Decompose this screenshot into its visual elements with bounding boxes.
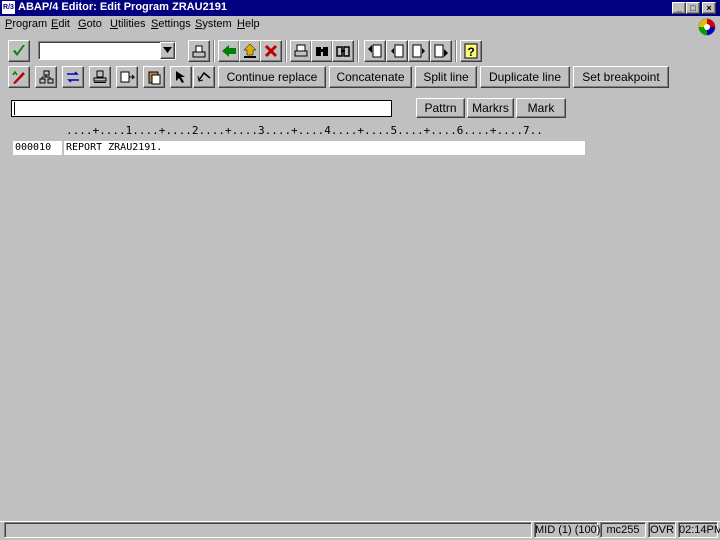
app-icon[interactable]: R/3 <box>2 1 15 14</box>
hierarchy-icon <box>39 70 54 84</box>
toolbar-separator <box>213 40 215 62</box>
continue-replace-button[interactable]: Continue replace <box>218 66 326 88</box>
set-breakpoint-button[interactable]: Set breakpoint <box>573 66 669 88</box>
status-session: MID (1) (100) <box>534 522 601 538</box>
pen-check-icon <box>12 70 25 84</box>
status-mode[interactable]: OVR <box>648 522 676 538</box>
last-page-icon <box>434 44 448 58</box>
menu-utilities-label: tilities <box>117 18 146 30</box>
pattern-button[interactable]: Pattrn <box>416 98 465 118</box>
binoculars-icon <box>316 47 328 56</box>
arrow-left-icon <box>222 45 236 57</box>
menu-help-mnemonic: H <box>237 18 245 30</box>
menu-goto-label: oto <box>86 18 102 30</box>
paste-button[interactable] <box>143 66 165 88</box>
status-server: mc255 <box>600 522 646 538</box>
navigate-button[interactable] <box>62 66 84 88</box>
undo-button[interactable] <box>193 66 215 88</box>
help-button[interactable]: ? <box>460 40 482 62</box>
copy-button[interactable] <box>116 66 138 88</box>
toolbar-separator <box>357 40 359 62</box>
menu-settings-label: ettings <box>158 18 191 30</box>
print-button[interactable] <box>290 40 312 62</box>
next-page-button[interactable] <box>408 40 430 62</box>
code-line[interactable]: REPORT ZRAU2191. <box>64 141 585 155</box>
stamp-icon <box>93 70 107 83</box>
check-icon <box>13 45 25 56</box>
toolbar-separator <box>455 40 457 62</box>
menu-edit[interactable]: Edit <box>51 18 70 30</box>
cursor-select-icon <box>176 71 185 83</box>
menu-goto-mnemonic: G <box>78 18 87 30</box>
find-button[interactable] <box>311 40 333 62</box>
menu-system-label: ystem <box>202 18 232 30</box>
binoculars-plus-icon <box>336 46 350 57</box>
last-page-button[interactable] <box>430 40 452 62</box>
command-dropdown-button[interactable] <box>160 42 175 59</box>
status-time: 02:14PM <box>678 522 720 538</box>
help-icon: ? <box>464 43 478 59</box>
arrow-up-icon <box>243 43 257 58</box>
toolbar-separator <box>285 40 287 62</box>
menu-utilities-mnemonic: U <box>110 18 118 30</box>
exit-button[interactable] <box>239 40 261 62</box>
chevron-down-icon <box>163 47 172 53</box>
status-message <box>4 522 532 538</box>
menu-bar <box>0 16 720 33</box>
printer-icon <box>294 44 308 57</box>
window-title: ABAP/4 Editor: Edit Program ZRAU2191 <box>18 1 228 13</box>
check-syntax-button[interactable] <box>8 66 30 88</box>
cancel-button[interactable] <box>260 40 282 62</box>
mark-button[interactable]: Mark <box>516 98 566 118</box>
first-page-button[interactable] <box>364 40 386 62</box>
concatenate-button[interactable]: Concatenate <box>329 66 412 88</box>
find-next-button[interactable] <box>332 40 354 62</box>
menu-program-label: rogram <box>12 18 48 30</box>
svg-text:?: ? <box>467 45 474 59</box>
save-button[interactable] <box>188 40 210 62</box>
copy-icon <box>120 71 136 83</box>
command-field[interactable] <box>38 41 176 60</box>
split-line-button[interactable]: Split line <box>415 66 477 88</box>
select-button[interactable] <box>170 66 192 88</box>
menu-goto[interactable]: Goto <box>78 18 102 30</box>
minimize-button[interactable]: _ <box>672 2 686 14</box>
menu-help[interactable]: Help <box>237 18 260 30</box>
next-page-icon <box>412 44 425 58</box>
duplicate-line-button[interactable]: Duplicate line <box>480 66 570 88</box>
maximize-button[interactable]: □ <box>686 2 700 14</box>
find-input[interactable] <box>11 100 392 117</box>
check-button[interactable] <box>8 40 30 62</box>
where-used-button[interactable] <box>35 66 57 88</box>
arrows-swap-icon <box>67 71 79 83</box>
column-ruler: ....+....1....+....2....+....3....+....4… <box>66 124 543 137</box>
close-icon <box>264 44 278 58</box>
undo-icon <box>197 71 211 82</box>
line-number[interactable]: 000010 <box>13 141 62 155</box>
menu-utilities[interactable]: Utilities <box>110 18 145 30</box>
menu-help-label: elp <box>244 18 260 30</box>
print-program-button[interactable] <box>89 66 111 88</box>
menu-settings[interactable]: Settings <box>151 18 191 30</box>
previous-page-icon <box>391 44 404 58</box>
menu-system[interactable]: System <box>195 18 232 30</box>
sap-logo-icon <box>697 17 717 37</box>
back-button[interactable] <box>218 40 240 62</box>
close-button[interactable]: × <box>702 2 716 14</box>
clipboard-icon <box>148 71 161 85</box>
menu-edit-label: dit <box>58 18 70 30</box>
text-caret <box>14 102 15 115</box>
markers-button[interactable]: Markrs <box>467 98 514 118</box>
menu-program[interactable]: Program <box>5 18 47 30</box>
first-page-icon <box>368 44 382 58</box>
previous-page-button[interactable] <box>386 40 408 62</box>
save-icon <box>192 45 206 58</box>
